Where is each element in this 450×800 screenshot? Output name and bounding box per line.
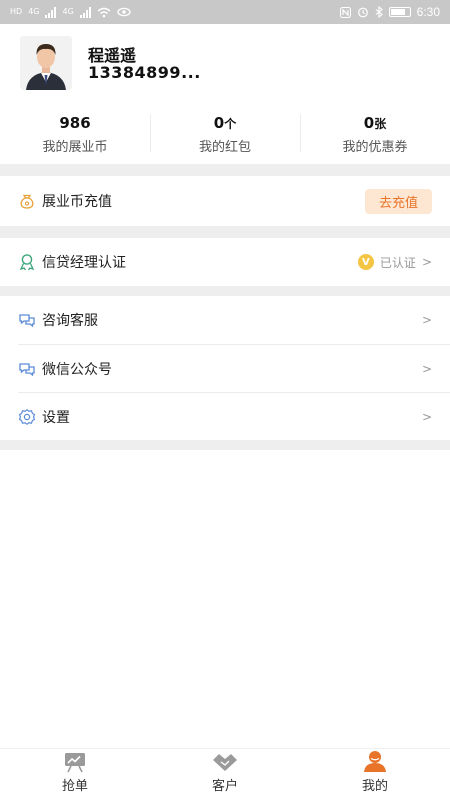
stats-bar: 986 我的展业币 0个 我的红包 0张 我的优惠券: [0, 104, 450, 164]
chart-board-icon: [65, 753, 85, 773]
coin-bag-icon: [18, 192, 36, 210]
profile-header[interactable]: 程遥遥 13384899...: [0, 24, 450, 104]
stat-value: 0张: [300, 114, 450, 132]
certification-row[interactable]: 信贷经理认证 V 已认证 >: [0, 238, 450, 286]
user-icon: [364, 751, 386, 772]
recharge-label: 展业币充值: [42, 194, 112, 210]
menu-label: 微信公众号: [42, 361, 112, 378]
stat-number: 0: [213, 114, 225, 132]
certification-label: 信贷经理认证: [42, 255, 126, 271]
chevron-right-icon: >: [421, 313, 432, 327]
section-separator: [0, 440, 450, 450]
stat-number: 0: [363, 114, 375, 132]
menu-right: >: [422, 345, 432, 392]
status-bar: HD 4G 4G 6:30: [0, 0, 450, 24]
menu-right: >: [422, 296, 432, 344]
stat-coupons[interactable]: 0张 我的优惠券: [300, 104, 450, 164]
nav-label: 抢单: [61, 779, 88, 794]
award-icon: [18, 253, 36, 271]
nav-label: 我的: [361, 779, 388, 794]
nfc-icon: [339, 6, 351, 18]
menu-item-wechat-account[interactable]: 微信公众号 >: [0, 345, 450, 392]
stat-unit: 个: [224, 117, 237, 131]
menu-item-settings[interactable]: 设置 >: [0, 393, 450, 440]
bottom-nav: 抢单 客户 我的: [0, 748, 450, 800]
alarm-icon: [357, 7, 368, 18]
menu-label: 咨询客服: [42, 313, 98, 329]
nav-tab-customers[interactable]: 客户: [150, 749, 300, 800]
stat-value: 0个: [150, 114, 300, 132]
status-right: 6:30: [339, 5, 440, 19]
chat-icon: [18, 311, 36, 329]
recharge-row[interactable]: 展业币充值 去充值: [0, 176, 450, 226]
battery-icon: [388, 7, 411, 17]
verified-badge-icon: V: [357, 254, 374, 270]
nav-tab-grab-orders[interactable]: 抢单: [0, 749, 150, 800]
user-phone: 13384899...: [88, 63, 201, 82]
stat-value: 986: [0, 114, 150, 132]
stat-number: 986: [59, 114, 91, 132]
stat-label: 我的优惠券: [342, 140, 408, 155]
avatar[interactable]: [20, 36, 72, 90]
businessman-avatar-icon: [20, 36, 72, 90]
eye-icon: [117, 7, 131, 17]
section-separator: [0, 164, 450, 176]
chevron-right-icon: >: [421, 255, 432, 269]
stat-label: 我的展业币: [42, 140, 108, 155]
network-tag: 4G: [28, 7, 40, 16]
stat-coins[interactable]: 986 我的展业币: [0, 104, 150, 164]
nav-label: 客户: [211, 779, 238, 794]
chevron-right-icon: >: [421, 361, 432, 376]
recharge-button[interactable]: 去充值: [364, 188, 432, 214]
clock: 6:30: [416, 5, 440, 19]
menu-label: 设置: [42, 409, 70, 426]
menu-item-customer-service[interactable]: 咨询客服 >: [0, 296, 450, 344]
certification-status: 已认证: [379, 255, 416, 270]
section-separator: [0, 286, 450, 296]
nav-tab-mine[interactable]: 我的: [300, 749, 450, 800]
chat-icon: [18, 360, 36, 378]
handshake-icon: [213, 754, 237, 771]
network-tag-2: 4G: [62, 7, 74, 16]
wifi-icon: [97, 7, 111, 17]
section-separator: [0, 226, 450, 238]
bluetooth-icon: [375, 6, 383, 18]
stat-label: 我的红包: [198, 140, 251, 155]
menu-right: >: [422, 393, 432, 440]
carrier-tag: HD: [10, 7, 23, 16]
gear-icon: [18, 408, 36, 426]
signal-icon: [45, 6, 57, 18]
stat-red-packets[interactable]: 0个 我的红包: [150, 104, 300, 164]
chevron-right-icon: >: [421, 409, 432, 424]
status-left: HD 4G 4G: [10, 6, 131, 18]
recharge-right: 去充值: [364, 176, 432, 226]
signal-icon-2: [79, 6, 91, 18]
certification-right: V 已认证 >: [357, 238, 432, 286]
stat-unit: 张: [374, 117, 387, 131]
